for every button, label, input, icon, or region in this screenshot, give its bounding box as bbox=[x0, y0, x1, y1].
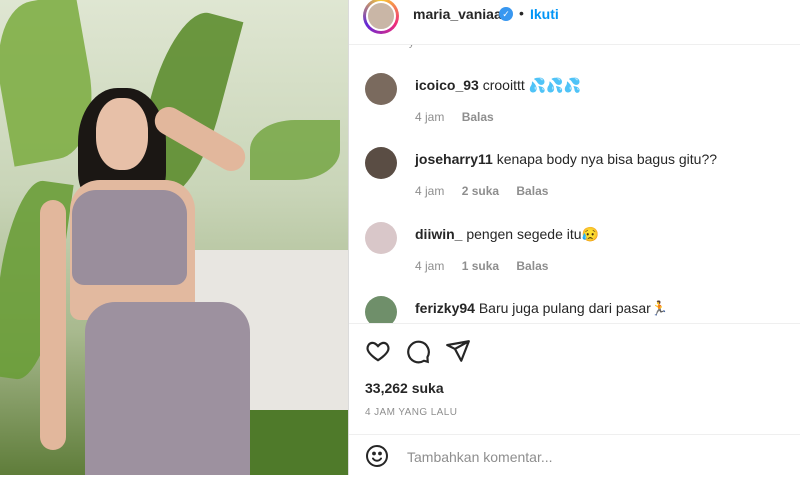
post-actions: 33,262 suka 4 JAM YANG LALU bbox=[349, 323, 800, 476]
like-count[interactable]: 33,262 suka bbox=[365, 380, 444, 396]
leaf-shape bbox=[250, 120, 340, 180]
author-username[interactable]: maria_vaniaa bbox=[413, 6, 502, 22]
author-avatar-image bbox=[366, 1, 396, 31]
comment-meta: 4 jam 1 suka Balas bbox=[415, 259, 562, 273]
comment-text-line: ferizky94 Baru juga pulang dari pasar🏃 bbox=[415, 300, 668, 317]
add-comment-input[interactable] bbox=[405, 444, 749, 470]
comment-time: 4 jam bbox=[415, 110, 445, 124]
comment-body: crooittt 💦💦💦 bbox=[482, 77, 581, 93]
post-header: maria_vaniaa ✓ • Ikuti bbox=[349, 0, 800, 45]
add-comment-bar bbox=[349, 434, 800, 477]
follow-button[interactable]: Ikuti bbox=[530, 6, 559, 22]
author-avatar[interactable] bbox=[363, 0, 399, 34]
smiley-icon[interactable] bbox=[365, 444, 389, 468]
commenter-avatar[interactable] bbox=[365, 73, 397, 105]
commenter-avatar[interactable] bbox=[365, 222, 397, 254]
commenter-username[interactable]: icoico_93 bbox=[415, 77, 479, 93]
comment-time: 4 jam bbox=[415, 184, 445, 198]
commenter-avatar[interactable] bbox=[365, 296, 397, 323]
commenter-username[interactable]: diiwin_ bbox=[415, 226, 462, 242]
comment-bubble-icon[interactable] bbox=[405, 338, 431, 364]
comment-like-count[interactable]: 1 suka bbox=[462, 259, 499, 273]
commenter-username[interactable]: joseharry11 bbox=[415, 151, 493, 167]
comment-text-line: icoico_93 crooittt 💦💦💦 bbox=[415, 77, 581, 94]
model-leggings bbox=[85, 302, 250, 475]
separator-dot: • bbox=[519, 5, 524, 21]
previous-comment-fragment: y bbox=[409, 45, 414, 49]
paper-plane-icon[interactable] bbox=[445, 338, 471, 364]
comment-list[interactable]: y icoico_93 crooittt 💦💦💦 4 jam Balas jos… bbox=[349, 45, 800, 323]
comment-text-line: diiwin_ pengen segede itu😥 bbox=[415, 226, 599, 243]
post-side-panel: maria_vaniaa ✓ • Ikuti y icoico_93 crooi… bbox=[348, 0, 800, 475]
heart-icon[interactable] bbox=[365, 338, 391, 364]
comment-body: Baru juga pulang dari pasar🏃 bbox=[478, 300, 669, 316]
comment-body: kenapa body nya bisa bagus gitu?? bbox=[496, 151, 718, 167]
reply-button[interactable]: Balas bbox=[462, 110, 494, 124]
reply-button[interactable]: Balas bbox=[516, 184, 548, 198]
reply-button[interactable]: Balas bbox=[516, 259, 548, 273]
comment-like-count[interactable]: 2 suka bbox=[462, 184, 499, 198]
comment-body: pengen segede itu😥 bbox=[466, 226, 599, 242]
verified-badge-icon: ✓ bbox=[499, 7, 513, 21]
comment-meta: 4 jam Balas bbox=[415, 110, 508, 124]
post-photo[interactable] bbox=[0, 0, 348, 475]
model-arm bbox=[40, 200, 66, 450]
model-sports-top bbox=[72, 190, 187, 285]
commenter-username[interactable]: ferizky94 bbox=[415, 300, 475, 316]
commenter-avatar[interactable] bbox=[365, 147, 397, 179]
post-timestamp[interactable]: 4 JAM YANG LALU bbox=[365, 407, 457, 418]
comment-text-line: joseharry11 kenapa body nya bisa bagus g… bbox=[415, 151, 717, 167]
comment-time: 4 jam bbox=[415, 259, 445, 273]
model-face bbox=[96, 98, 148, 170]
comment-meta: 4 jam 2 suka Balas bbox=[415, 184, 562, 198]
